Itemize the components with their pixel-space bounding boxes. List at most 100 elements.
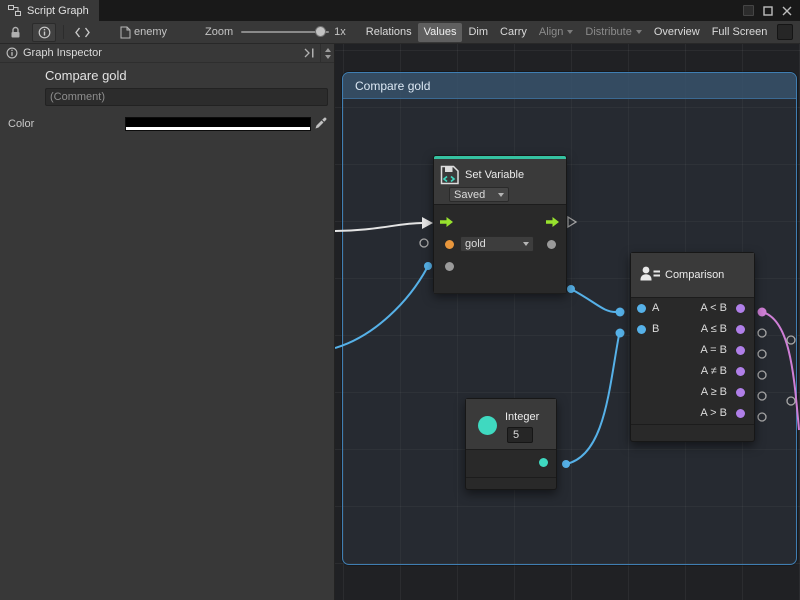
output-notequal-port-icon[interactable] <box>736 367 745 376</box>
output-greaterequal-port-icon[interactable] <box>736 388 745 397</box>
comparison-row: A ≠ B <box>631 361 754 382</box>
comparison-row: B A ≤ B <box>631 319 754 340</box>
integer-header[interactable]: Integer 5 <box>466 399 556 449</box>
close-icon[interactable] <box>782 6 792 16</box>
output-less-port-icon[interactable] <box>736 304 745 313</box>
code-view-button[interactable] <box>71 23 94 42</box>
graph-toolbar: enemy Zoom 1x Relations Values Dim Carry… <box>0 21 800 44</box>
maximize-icon[interactable] <box>763 6 773 16</box>
node-title: Integer <box>505 411 539 423</box>
comparison-icon <box>638 262 662 286</box>
output-equal-port-icon[interactable] <box>736 346 745 355</box>
node-footer <box>434 294 566 309</box>
input-a-port-icon[interactable] <box>637 304 646 313</box>
input-a-label: A <box>652 302 659 314</box>
window-menu-icon[interactable] <box>743 5 754 16</box>
lock-icon <box>9 26 22 39</box>
node-integer[interactable]: Integer 5 <box>465 398 557 490</box>
graph-asset-name: enemy <box>134 26 167 38</box>
inspector-scroll-spinner[interactable] <box>320 44 334 63</box>
output-greater-label: A > B <box>700 407 727 419</box>
overview-button[interactable]: Overview <box>648 23 706 42</box>
value-out-port-icon[interactable] <box>547 240 556 249</box>
dock-icon[interactable] <box>304 48 316 58</box>
comment-input[interactable] <box>45 88 328 106</box>
distribute-dropdown[interactable]: Distribute <box>579 23 647 42</box>
output-less-label: A < B <box>700 302 727 314</box>
window-controls <box>743 0 800 21</box>
node-comparison[interactable]: Comparison A A < B B A ≤ B A = B <box>630 252 755 442</box>
chevron-down-icon <box>498 193 504 197</box>
flow-out-port-icon[interactable] <box>546 217 559 227</box>
relations-button[interactable]: Relations <box>360 23 418 42</box>
info-icon <box>6 47 18 59</box>
output-greaterequal-label: A ≥ B <box>701 386 727 398</box>
toolbar-overflow-button[interactable] <box>777 24 793 40</box>
variable-name-dropdown[interactable]: gold <box>460 236 534 252</box>
values-button[interactable]: Values <box>418 23 463 42</box>
carry-button[interactable]: Carry <box>494 23 533 42</box>
input-b-label: B <box>652 323 659 335</box>
graph-canvas[interactable]: Compare gold <box>335 44 800 600</box>
input-b-port-icon[interactable] <box>637 325 646 334</box>
graph-inspector-panel: Graph Inspector Compare gold Color <box>0 44 335 600</box>
graph-title: Compare gold <box>45 68 127 83</box>
node-title: Set Variable <box>465 169 524 181</box>
inspector-header: Graph Inspector <box>0 44 334 63</box>
integer-out-port-icon[interactable] <box>539 458 548 467</box>
zoom-value: 1x <box>334 26 346 38</box>
info-icon <box>38 26 51 39</box>
group-title: Compare gold <box>355 79 430 93</box>
output-lessequal-port-icon[interactable] <box>736 325 745 334</box>
integer-body <box>466 450 556 477</box>
zoom-label: Zoom <box>205 26 233 38</box>
node-set-variable[interactable]: Set Variable Saved gold <box>433 155 567 293</box>
eyedropper-button[interactable] <box>314 116 328 133</box>
variable-scope-dropdown[interactable]: Saved <box>449 187 509 202</box>
node-title: Comparison <box>665 269 724 281</box>
output-lessequal-label: A ≤ B <box>701 323 727 335</box>
align-dropdown[interactable]: Align <box>533 23 579 42</box>
alpha-bar <box>126 127 310 130</box>
integer-icon <box>478 416 497 435</box>
comparison-row: A A < B <box>631 298 754 319</box>
set-variable-header[interactable]: Set Variable Saved <box>434 159 566 204</box>
toolbar-separator <box>63 25 64 39</box>
dim-button[interactable]: Dim <box>462 23 494 42</box>
code-icon <box>75 27 90 38</box>
zoom-slider-handle[interactable] <box>315 26 326 37</box>
node-footer <box>466 478 556 491</box>
chevron-down-icon <box>523 242 529 246</box>
node-footer <box>631 425 754 440</box>
tab-script-graph[interactable]: Script Graph <box>0 0 99 21</box>
script-asset-icon <box>120 26 131 39</box>
chevron-down-icon <box>567 30 573 34</box>
output-notequal-label: A ≠ B <box>701 365 727 377</box>
lock-button[interactable] <box>5 23 26 42</box>
unity-window: Script Graph enemy Zoom 1x Relations <box>0 0 800 600</box>
comparison-row: A > B <box>631 403 754 424</box>
output-equal-label: A = B <box>700 344 727 356</box>
comparison-row: A = B <box>631 340 754 361</box>
scroll-up-icon[interactable] <box>325 48 331 52</box>
inspect-toggle-button[interactable] <box>32 23 56 42</box>
color-swatch[interactable] <box>125 117 311 131</box>
zoom-slider[interactable] <box>241 22 329 42</box>
graph-asset-button[interactable]: enemy <box>116 23 171 42</box>
save-variable-icon <box>439 164 461 186</box>
fullscreen-button[interactable]: Full Screen <box>706 23 774 42</box>
color-field-label: Color <box>8 118 34 130</box>
output-greater-port-icon[interactable] <box>736 409 745 418</box>
flow-in-port-icon[interactable] <box>440 217 453 227</box>
comparison-ports: A A < B B A ≤ B A = B A ≠ B <box>631 298 754 424</box>
value-in-port-icon[interactable] <box>445 262 454 271</box>
chevron-down-icon <box>636 30 642 34</box>
integer-value-field[interactable]: 5 <box>507 427 533 443</box>
scroll-down-icon[interactable] <box>325 55 331 59</box>
name-port-icon[interactable] <box>445 240 454 249</box>
eyedropper-icon <box>314 116 328 130</box>
comparison-header[interactable]: Comparison <box>631 253 754 297</box>
set-variable-body: gold <box>434 205 566 293</box>
inspector-header-label: Graph Inspector <box>23 47 102 59</box>
group-header[interactable]: Compare gold <box>343 73 796 99</box>
